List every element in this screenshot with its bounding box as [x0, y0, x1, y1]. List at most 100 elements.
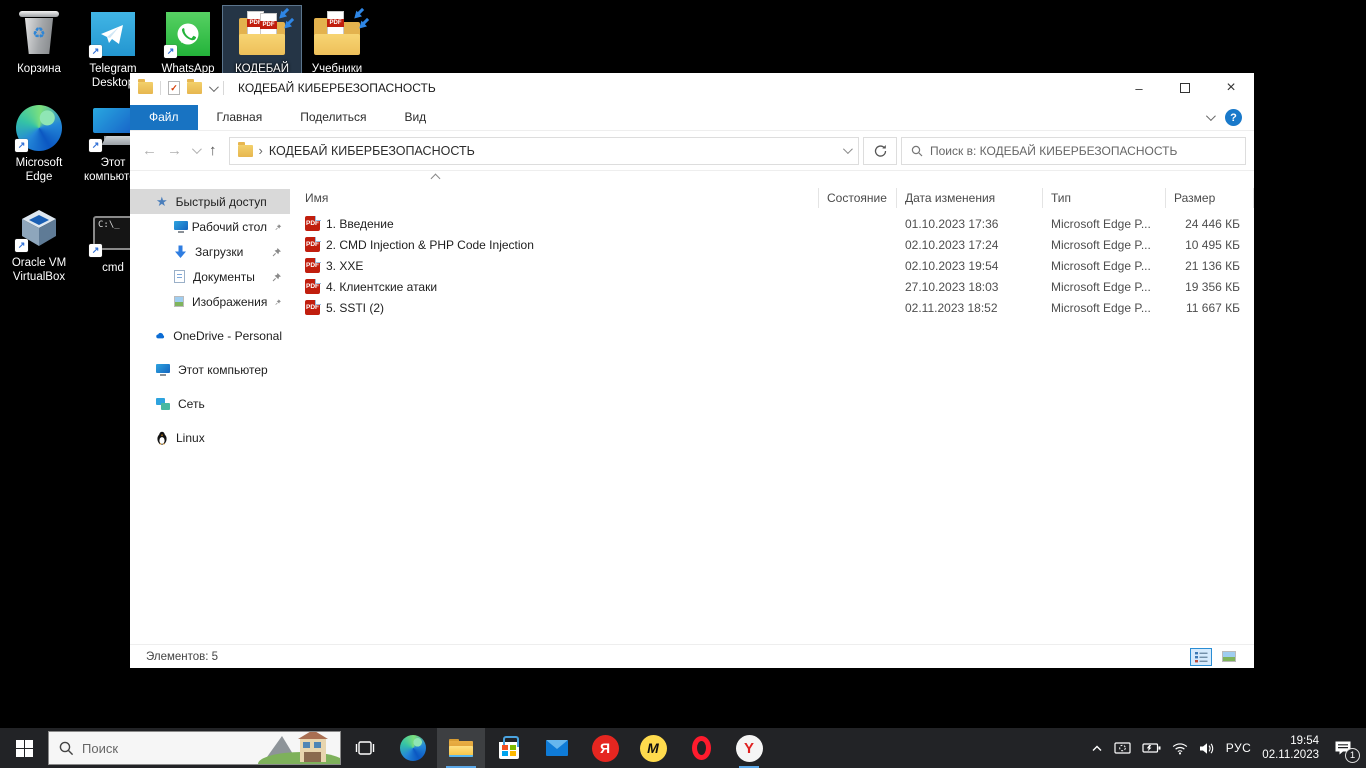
refresh-button[interactable]: [863, 137, 897, 165]
taskbar-edge-button[interactable]: [389, 728, 437, 768]
details-view-button[interactable]: [1190, 648, 1212, 666]
picture-icon: [174, 296, 184, 307]
tab-home[interactable]: Главная: [198, 105, 282, 130]
explorer-search[interactable]: [901, 137, 1246, 165]
taskbar-yandex-button[interactable]: Я: [581, 728, 629, 768]
battery-icon[interactable]: [1142, 742, 1161, 754]
pin-icon: [275, 297, 282, 307]
wifi-icon[interactable]: [1172, 742, 1188, 755]
penguin-icon: [156, 431, 168, 445]
edge-icon: [400, 735, 426, 761]
explorer-window: ✓ КОДЕБАЙ КИБЕРБЕЗОПАСНОСТЬ – × Файл Гла…: [130, 73, 1254, 668]
sidebar-item-linux[interactable]: Linux: [130, 425, 290, 450]
status-bar: Элементов: 5: [130, 644, 1254, 668]
taskbar-explorer-button[interactable]: [437, 728, 485, 768]
taskbar-opera-button[interactable]: [677, 728, 725, 768]
properties-icon[interactable]: ✓: [168, 81, 180, 95]
column-header-size[interactable]: Размер: [1166, 188, 1254, 208]
taskbar: Я М Y РУС: [0, 728, 1366, 768]
tab-file[interactable]: Файл: [130, 105, 198, 130]
breadcrumb[interactable]: КОДЕБАЙ КИБЕРБЕЗОПАСНОСТЬ: [269, 144, 837, 158]
shortcut-arrow-icon: ↗: [89, 45, 102, 58]
desktop-icon-whatsapp[interactable]: ↗ WhatsApp: [149, 6, 227, 80]
desktop-icon-uchebniki[interactable]: PDF Учебники: [298, 6, 376, 80]
sidebar-item-this-pc[interactable]: Этот компьютер: [130, 357, 290, 382]
edge-icon: ↗: [15, 104, 63, 152]
new-folder-icon[interactable]: [187, 82, 202, 94]
desktop-icon-recycle-bin[interactable]: ♻ Корзина: [0, 6, 78, 80]
forward-button[interactable]: →: [167, 142, 182, 159]
task-view-button[interactable]: [341, 728, 389, 768]
column-header-type[interactable]: Тип: [1043, 188, 1166, 208]
monitor-icon: [156, 364, 170, 376]
file-row[interactable]: PDF4. Клиентские атаки 27.10.2023 18:03 …: [290, 276, 1254, 297]
sidebar-item-documents[interactable]: Документы: [130, 264, 290, 289]
start-button[interactable]: [0, 728, 48, 768]
taskbar-search-input[interactable]: [82, 741, 212, 756]
thumbnail-view-button[interactable]: [1218, 648, 1240, 666]
pin-icon: [275, 222, 282, 232]
desktop-icon-kodebay[interactable]: PDF PDF КОДЕБАЙ: [223, 6, 301, 80]
explorer-search-input[interactable]: [930, 144, 1236, 158]
pin-icon: [272, 247, 282, 257]
back-button[interactable]: ←: [142, 142, 157, 159]
sidebar-item-pictures[interactable]: Изображения: [130, 289, 290, 314]
navigation-bar: ← → ↑ › КОДЕБАЙ КИБЕРБЕЗОПАСНОСТЬ: [130, 131, 1254, 171]
taskbar-yandex-browser-button[interactable]: Y: [725, 728, 773, 768]
pdf-icon: PDF: [305, 300, 320, 315]
maximize-button[interactable]: [1162, 73, 1208, 103]
navigation-pane: ★ Быстрый доступ Рабочий стол Загрузки Д…: [130, 171, 290, 644]
column-header-modified[interactable]: Дата изменения: [897, 188, 1043, 208]
column-header-name[interactable]: Имя: [290, 188, 819, 208]
taskbar-mail-button[interactable]: [533, 728, 581, 768]
folder-pdf-icon: PDF PDF: [238, 10, 286, 58]
action-center-button[interactable]: 1: [1330, 735, 1356, 761]
taskbar-search[interactable]: [48, 731, 341, 765]
customize-toolbar-chevron-icon[interactable]: [209, 82, 219, 92]
shortcut-arrow-icon: ↗: [89, 139, 102, 152]
sidebar-item-onedrive[interactable]: OneDrive - Personal: [130, 323, 290, 348]
file-row[interactable]: PDF5. SSTI (2) 02.11.2023 18:52 Microsof…: [290, 297, 1254, 318]
microsoft-store-icon: [499, 742, 519, 759]
search-icon: [911, 145, 923, 157]
taskbar-store-button[interactable]: [485, 728, 533, 768]
taskbar-yandex-music-button[interactable]: М: [629, 728, 677, 768]
display-tray-icon[interactable]: [1114, 742, 1131, 755]
tray-time: 19:54: [1262, 734, 1319, 748]
up-button[interactable]: ↑: [209, 142, 217, 159]
desktop-icon-label: cmd: [102, 261, 124, 275]
volume-icon[interactable]: [1199, 742, 1215, 755]
yandex-browser-icon: Y: [736, 735, 763, 762]
desktop-icon-virtualbox[interactable]: ↗ Oracle VM VirtualBox: [0, 200, 78, 289]
title-bar: ✓ КОДЕБАЙ КИБЕРБЕЗОПАСНОСТЬ – ×: [130, 73, 1254, 103]
minimize-button[interactable]: –: [1116, 73, 1162, 103]
ribbon-collapse-chevron-icon[interactable]: [1206, 111, 1216, 121]
language-indicator[interactable]: РУС: [1226, 741, 1252, 755]
file-row[interactable]: PDF3. XXE 02.10.2023 19:54 Microsoft Edg…: [290, 255, 1254, 276]
file-row[interactable]: PDF1. Введение 01.10.2023 17:36 Microsof…: [290, 213, 1254, 234]
desktop-icon-edge[interactable]: ↗ Microsoft Edge: [0, 100, 78, 189]
recent-locations-chevron-icon[interactable]: [192, 144, 202, 154]
hidden-icons-chevron-icon[interactable]: [1091, 744, 1103, 752]
sidebar-item-desktop[interactable]: Рабочий стол: [130, 214, 290, 239]
file-list: Имя Состояние Дата изменения Тип Размер …: [290, 171, 1254, 644]
desktop-icon-label: Корзина: [17, 62, 61, 76]
address-dropdown-chevron-icon[interactable]: [843, 144, 853, 154]
tab-share[interactable]: Поделиться: [281, 105, 385, 130]
task-view-icon: [355, 739, 375, 757]
sort-ascending-icon[interactable]: [431, 174, 441, 184]
sidebar-item-downloads[interactable]: Загрузки: [130, 239, 290, 264]
mail-icon: [546, 740, 568, 756]
clock[interactable]: 19:54 02.11.2023: [1262, 734, 1319, 763]
address-bar[interactable]: › КОДЕБАЙ КИБЕРБЕЗОПАСНОСТЬ: [229, 137, 860, 165]
close-button[interactable]: ×: [1208, 73, 1254, 103]
help-icon[interactable]: ?: [1225, 109, 1242, 126]
shortcut-arrow-icon: ↗: [164, 45, 177, 58]
file-row[interactable]: PDF2. CMD Injection & PHP Code Injection…: [290, 234, 1254, 255]
tray-date: 02.11.2023: [1262, 748, 1319, 762]
sidebar-item-quick-access[interactable]: ★ Быстрый доступ: [130, 189, 290, 214]
tab-view[interactable]: Вид: [385, 105, 445, 130]
breadcrumb-separator: ›: [259, 143, 263, 158]
sidebar-item-network[interactable]: Сеть: [130, 391, 290, 416]
column-header-status[interactable]: Состояние: [819, 188, 897, 208]
